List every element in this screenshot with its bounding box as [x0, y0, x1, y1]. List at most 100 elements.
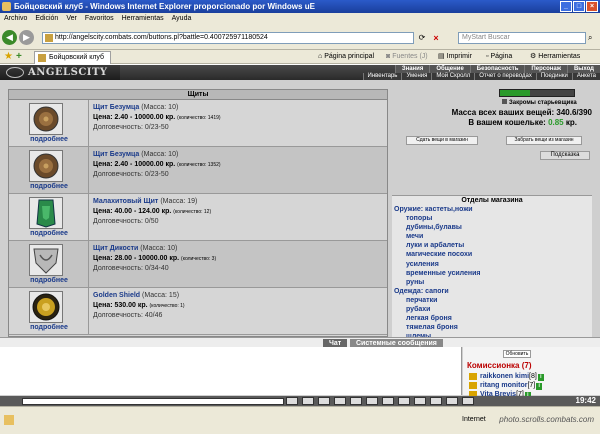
- menu-favorites[interactable]: Favoritos: [85, 13, 114, 24]
- menu-my-scroll[interactable]: Мой Скролл: [431, 73, 475, 80]
- clear-icon[interactable]: [334, 397, 346, 405]
- shield-icon[interactable]: [29, 244, 63, 276]
- guitar-icon[interactable]: [446, 397, 458, 405]
- item-name[interactable]: Щит Дикости: [93, 245, 138, 252]
- menu-battles[interactable]: Поединки: [535, 73, 572, 80]
- menu-communication[interactable]: Общение: [429, 65, 470, 73]
- department-link[interactable]: топоры: [394, 214, 592, 223]
- user-row[interactable]: ritang monitor[7] i: [469, 381, 543, 390]
- hp-bar: [499, 89, 575, 97]
- maximize-button[interactable]: □: [573, 1, 585, 12]
- department-link[interactable]: дубины,булавы: [394, 223, 592, 232]
- minimize-button[interactable]: _: [560, 1, 572, 12]
- menu-transfer-report[interactable]: Отчет о переводах: [474, 73, 536, 80]
- address-field[interactable]: http://angelscity.combats.com/buttons.pl…: [42, 32, 414, 44]
- department-link[interactable]: временные усиления: [394, 269, 592, 278]
- department-link[interactable]: перчатки: [394, 296, 592, 305]
- filter-icon[interactable]: [318, 397, 330, 405]
- forward-button[interactable]: ▶: [19, 30, 34, 45]
- menu-knowledge[interactable]: Знания: [394, 65, 430, 73]
- menu-inventory[interactable]: Инвентарь: [362, 73, 402, 80]
- take-items-button[interactable]: Забрать вещи из магазин: [506, 136, 582, 145]
- game-top-bar: Знания Общение Безопасность Персонаж Вых…: [120, 65, 600, 80]
- department-link[interactable]: Оружие: кастеты,ножи: [394, 205, 592, 214]
- search-icon[interactable]: ⌕: [588, 32, 598, 44]
- menu-exit[interactable]: Выход: [566, 65, 600, 73]
- menu-file[interactable]: Archivo: [4, 13, 27, 24]
- chat-messages[interactable]: [0, 347, 462, 395]
- department-link[interactable]: Одежда: сапоги: [394, 287, 592, 296]
- item-details-link[interactable]: подробнее: [9, 324, 89, 331]
- department-link[interactable]: усиления: [394, 260, 592, 269]
- window-titlebar[interactable]: Бойцовский клуб - Windows Internet Explo…: [0, 0, 600, 13]
- department-link[interactable]: луки и арбалеты: [394, 241, 592, 250]
- menu-profile[interactable]: Анкета: [571, 73, 600, 80]
- hint-button[interactable]: Подсказка: [540, 151, 590, 160]
- menu-skills[interactable]: Умения: [401, 73, 432, 80]
- note-icon[interactable]: [430, 397, 442, 405]
- enter-icon[interactable]: [286, 397, 298, 405]
- shield-icon[interactable]: [29, 291, 63, 323]
- menu-help[interactable]: Ayuda: [172, 13, 192, 24]
- shield-icon[interactable]: [29, 197, 63, 229]
- department-link[interactable]: легкая броня: [394, 314, 592, 323]
- print-button[interactable]: ▤ Imprimir: [438, 50, 472, 64]
- walk-icon[interactable]: [366, 397, 378, 405]
- fight-icon[interactable]: [350, 397, 362, 405]
- menu-view[interactable]: Ver: [66, 13, 77, 24]
- home-button[interactable]: ⌂ Página principal: [318, 50, 374, 64]
- item-name[interactable]: Golden Shield: [93, 292, 140, 299]
- item-name[interactable]: Щит Безумца: [93, 104, 139, 111]
- junkyard-link[interactable]: Закромы старьевщика: [502, 99, 587, 107]
- info-icon[interactable]: i: [536, 383, 543, 390]
- add-favorite-icon[interactable]: +: [16, 51, 22, 63]
- game-frame: ANGELSCITY Знания Общение Безопасность П…: [0, 65, 600, 406]
- shop-item-row: подробнее Малахитовый Щит (Масса: 19) Це…: [9, 194, 387, 241]
- translit-icon[interactable]: [382, 397, 394, 405]
- item-details-link[interactable]: подробнее: [9, 183, 89, 190]
- page-favicon: [45, 34, 53, 42]
- item-durability: Долговечность: 0/23-50: [93, 171, 169, 178]
- purse: В вашем кошельке: 0.85 кр.: [392, 118, 577, 128]
- item-name[interactable]: Щит Безумца: [93, 151, 139, 158]
- sound-icon[interactable]: [414, 397, 426, 405]
- info-icon[interactable]: i: [537, 374, 544, 381]
- item-details-link[interactable]: подробнее: [9, 136, 89, 143]
- back-button[interactable]: ◀: [2, 30, 17, 45]
- user-row[interactable]: raikkonen kimi[8] i: [469, 372, 544, 381]
- favorites-star-icon[interactable]: ★: [4, 51, 13, 63]
- chat-input[interactable]: [22, 398, 284, 405]
- tools-menu-button[interactable]: ⚙ Herramientas: [530, 50, 580, 64]
- department-link[interactable]: рубахи: [394, 305, 592, 314]
- save-icon[interactable]: [462, 397, 474, 405]
- tab-favicon: [38, 54, 46, 62]
- department-link[interactable]: руны: [394, 278, 592, 287]
- close-button[interactable]: ×: [586, 1, 598, 12]
- feeds-button[interactable]: ◙ Fuentes (J): [386, 50, 428, 64]
- menu-character[interactable]: Персонаж: [524, 65, 567, 73]
- refresh-button[interactable]: Обновить: [503, 350, 531, 358]
- smile-icon[interactable]: [302, 397, 314, 405]
- refresh-icon[interactable]: ⟳: [416, 32, 428, 44]
- shields-list[interactable]: Щиты подробнее Щит Безумца (Масса: 10) Ц…: [8, 89, 388, 337]
- department-link[interactable]: мечи: [394, 232, 592, 241]
- item-details-link[interactable]: подробнее: [9, 277, 89, 284]
- shield-icon[interactable]: [29, 103, 63, 135]
- game-clock: 19:42: [575, 396, 596, 405]
- department-link[interactable]: магические посохи: [394, 250, 592, 259]
- menu-edit[interactable]: Edición: [35, 13, 58, 24]
- tab-active[interactable]: Бойцовский клуб: [34, 51, 112, 64]
- department-link[interactable]: тяжелая броня: [394, 323, 592, 332]
- item-mass: (Масса: 10): [141, 151, 179, 158]
- sell-items-button[interactable]: Сдать вещи в магазин: [406, 136, 478, 145]
- menu-security[interactable]: Безопасность: [469, 65, 525, 73]
- settings-icon[interactable]: [398, 397, 410, 405]
- page-menu-button[interactable]: ▫ Página: [486, 50, 512, 64]
- stop-icon[interactable]: ×: [430, 32, 442, 44]
- item-details-link[interactable]: подробнее: [9, 230, 89, 237]
- search-input[interactable]: MyStart Buscar: [458, 32, 586, 44]
- shield-icon[interactable]: [29, 150, 63, 182]
- menu-tools[interactable]: Herramientas: [122, 13, 164, 24]
- item-name[interactable]: Малахитовый Щит: [93, 198, 158, 205]
- item-info: Щит Безумца (Масса: 10) Цена: 2.40 - 100…: [93, 103, 221, 133]
